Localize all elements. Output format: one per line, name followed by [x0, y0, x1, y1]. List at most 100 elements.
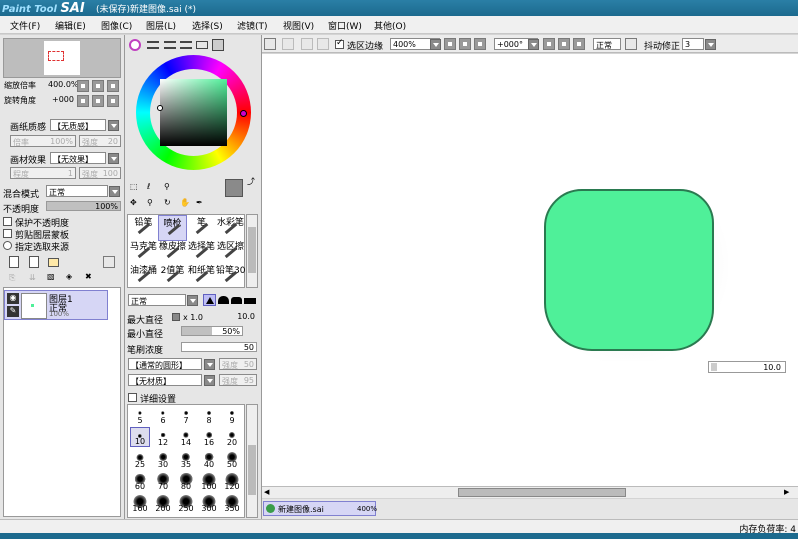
sv-cursor[interactable]: [157, 105, 163, 111]
scroll-right-icon[interactable]: ▶: [784, 488, 792, 496]
new-linework-layer-icon[interactable]: [29, 256, 39, 268]
max-size-field[interactable]: 10.0: [205, 312, 257, 322]
brush-size-20[interactable]: 20: [222, 427, 242, 447]
stabilizer-dropdown[interactable]: [705, 39, 716, 50]
clip-mask-checkbox[interactable]: [3, 229, 12, 238]
brush-size-7[interactable]: 7: [176, 405, 196, 425]
zoom-value[interactable]: 400.0%: [48, 80, 79, 89]
brush-density-slider[interactable]: 50: [181, 342, 257, 352]
brush-shape-sharp-icon[interactable]: [203, 294, 216, 306]
color-wheel-mode-icon[interactable]: [129, 39, 141, 51]
rect-select-icon[interactable]: ⬚: [130, 182, 138, 191]
brush-shape-dropdown[interactable]: [204, 359, 215, 370]
tool-8[interactable]: 油漆桶: [129, 263, 158, 289]
texture-strength-field[interactable]: 强度 95: [219, 374, 257, 386]
protect-opacity-checkbox[interactable]: [3, 217, 12, 226]
brush-size-70[interactable]: 70: [153, 471, 173, 491]
selection-edge-checkbox[interactable]: [335, 38, 344, 49]
toolbar-rotate-right-button[interactable]: [558, 38, 570, 50]
brush-size-8[interactable]: 8: [199, 405, 219, 425]
zoom-reset-button[interactable]: [107, 80, 119, 92]
brush-size-10[interactable]: 10: [130, 427, 150, 447]
tool-6[interactable]: 选择笔: [187, 239, 216, 265]
angle-dropdown[interactable]: [528, 39, 539, 50]
layer-merge-icon[interactable]: ⇊: [29, 273, 36, 282]
rotate-reset-button[interactable]: [107, 95, 119, 107]
layer-clear-icon[interactable]: ▧: [47, 272, 55, 281]
zoom-out-button[interactable]: [77, 80, 89, 92]
paper-scale-field[interactable]: 倍率 100%: [10, 135, 76, 147]
undo-button[interactable]: [264, 38, 276, 50]
angle-value[interactable]: +000: [52, 95, 74, 104]
brush-shape-round-icon[interactable]: [218, 296, 229, 304]
menu-image[interactable]: 图像(C): [101, 19, 132, 32]
blend-mode-select[interactable]: 正常: [46, 185, 108, 197]
brush-texture-dropdown[interactable]: [204, 375, 215, 386]
opacity-slider[interactable]: 100%: [46, 201, 121, 211]
min-size-slider[interactable]: 50%: [181, 326, 243, 336]
tool-2[interactable]: 笔: [187, 215, 216, 241]
paper-texture-dropdown[interactable]: [108, 120, 119, 131]
brush-size-50[interactable]: 50: [222, 449, 242, 469]
stabilizer-select[interactable]: 3: [682, 38, 704, 50]
flip-canvas-button[interactable]: [625, 38, 637, 50]
tool-9[interactable]: 2值笔: [158, 263, 187, 289]
brush-size-60[interactable]: 60: [130, 471, 150, 491]
brush-shape-flat-icon[interactable]: [244, 298, 256, 304]
paper-texture-select[interactable]: 【无质感】: [50, 119, 106, 131]
swap-colors-icon[interactable]: ⤴: [247, 176, 255, 187]
redo-button[interactable]: [282, 38, 294, 50]
menu-window[interactable]: 窗口(W): [328, 19, 362, 32]
hsv-slider-mode-icon[interactable]: [164, 41, 176, 49]
tool-3[interactable]: 水彩笔: [216, 215, 245, 241]
shape-strength-field[interactable]: 强度 50: [219, 358, 257, 370]
blend-mode-dropdown[interactable]: [109, 186, 120, 197]
rotate-right-button[interactable]: [92, 95, 104, 107]
new-folder-icon[interactable]: [48, 258, 59, 267]
zoom-dropdown[interactable]: [430, 39, 441, 50]
max-size-multiplier[interactable]: x 1.0: [183, 313, 203, 322]
move-icon[interactable]: ✥: [130, 198, 137, 207]
tool-0[interactable]: 铅笔: [129, 215, 158, 241]
tool-11[interactable]: 铅笔30: [216, 263, 245, 289]
brush-size-100[interactable]: 100: [199, 471, 219, 491]
brush-size-300[interactable]: 300: [199, 493, 219, 513]
detail-settings-checkbox[interactable]: [128, 393, 137, 402]
tool-1[interactable]: 喷枪: [158, 215, 187, 241]
rotate-icon[interactable]: ↻: [164, 198, 171, 207]
menu-layer[interactable]: 图层(L): [146, 19, 176, 32]
menu-edit[interactable]: 编辑(E): [55, 19, 86, 32]
primary-color-swatch[interactable]: [225, 179, 243, 197]
selection-source-radio[interactable]: [3, 241, 12, 250]
rotate-left-button[interactable]: [77, 95, 89, 107]
deselect-button[interactable]: [301, 38, 313, 50]
zoom-icon[interactable]: ⚲: [147, 198, 153, 207]
mixer-mode-icon[interactable]: [180, 41, 192, 49]
toolbar-zoom-out-button[interactable]: [444, 38, 456, 50]
layer-mask-button[interactable]: [103, 256, 115, 268]
size-grid-scrollbar[interactable]: [246, 404, 258, 518]
toolbar-rotate-reset-button[interactable]: [573, 38, 585, 50]
layer-copy-icon[interactable]: ⎘: [9, 273, 15, 283]
brush-size-40[interactable]: 40: [199, 449, 219, 469]
toolbar-rotate-left-button[interactable]: [543, 38, 555, 50]
effect-degree-field[interactable]: 程度 1: [10, 167, 76, 179]
max-size-multiplier-toggle[interactable]: [172, 313, 180, 321]
navigator-preview[interactable]: [3, 38, 121, 78]
brush-shape-soft-icon[interactable]: [231, 297, 242, 304]
menu-view[interactable]: 视图(V): [283, 19, 314, 32]
paper-effect-dropdown[interactable]: [108, 153, 119, 164]
brush-shape-select[interactable]: 【通常的圆形】: [128, 358, 202, 370]
brush-texture-select[interactable]: 【无材质】: [128, 374, 202, 386]
layer-item[interactable]: ◉ ✎ 图层1 正常 100%: [4, 290, 108, 320]
saturation-value-square[interactable]: [160, 79, 227, 146]
eyedropper-icon[interactable]: ✒: [196, 198, 203, 207]
hue-cursor[interactable]: [240, 110, 247, 117]
brush-size-14[interactable]: 14: [176, 427, 196, 447]
lasso-icon[interactable]: ℓ: [147, 182, 150, 191]
effect-strength-field[interactable]: 强度 100: [79, 167, 121, 179]
brush-size-30[interactable]: 30: [153, 449, 173, 469]
zoom-in-button[interactable]: [92, 80, 104, 92]
toolbar-zoom-in-button[interactable]: [459, 38, 471, 50]
brush-size-200[interactable]: 200: [153, 493, 173, 513]
